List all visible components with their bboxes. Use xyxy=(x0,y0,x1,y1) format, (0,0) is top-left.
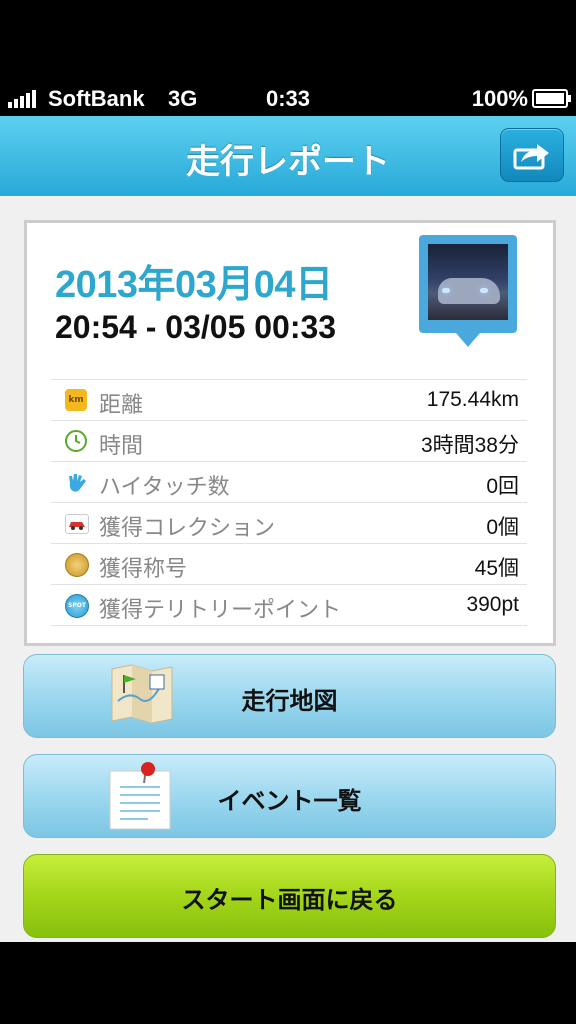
clock-icon xyxy=(65,430,87,452)
stat-label: ハイタッチ数 xyxy=(99,475,230,500)
event-list-button[interactable]: イベント一覧 xyxy=(23,754,556,838)
back-to-start-button[interactable]: スタート画面に戻る xyxy=(23,854,556,938)
stat-row-collection: 獲得コレクション 0個 xyxy=(51,502,527,543)
stat-label: 距離 xyxy=(99,393,144,418)
stat-label: 時間 xyxy=(99,434,144,459)
stat-value: 0回 xyxy=(486,475,519,498)
page-title: 走行レポート xyxy=(186,142,390,182)
title-medal-icon xyxy=(65,553,89,577)
high-touch-icon xyxy=(65,471,87,493)
battery-icon xyxy=(532,89,571,108)
photo-pin[interactable] xyxy=(419,235,517,347)
report-time-range: 20:54 - 03/05 00:33 xyxy=(55,309,337,345)
nav-bar: 走行レポート xyxy=(0,116,576,197)
car-photo xyxy=(428,244,508,320)
driving-map-label: 走行地図 xyxy=(241,687,338,715)
stat-row-titles: 獲得称号 45個 xyxy=(51,543,527,584)
stat-row-territory: SPOT 獲得テリトリーポイント 390pt xyxy=(51,584,527,626)
share-icon xyxy=(513,144,549,170)
event-list-label: イベント一覧 xyxy=(217,787,362,815)
battery-percent: 100% xyxy=(471,86,528,111)
stat-row-high-touch: ハイタッチ数 0回 xyxy=(51,461,527,502)
stat-value: 390pt xyxy=(466,593,519,616)
stat-row-time: 時間 3時間38分 xyxy=(51,420,527,461)
report-date: 2013年03月04日 xyxy=(55,264,333,306)
share-button[interactable] xyxy=(500,128,564,182)
driving-map-button[interactable]: 走行地図 xyxy=(23,654,556,738)
back-to-start-label: スタート画面に戻る xyxy=(181,886,398,914)
stat-label: 獲得テリトリーポイント xyxy=(99,598,342,623)
stat-value: 175.44km xyxy=(426,388,519,411)
content-area: 2013年03月04日 20:54 - 03/05 00:33 km 距離 17… xyxy=(0,196,576,942)
status-bar: SoftBank 3G 0:33 100% xyxy=(0,0,576,116)
stat-value: 0個 xyxy=(486,516,519,539)
report-card: 2013年03月04日 20:54 - 03/05 00:33 km 距離 17… xyxy=(24,220,556,646)
stat-value: 45個 xyxy=(474,557,519,580)
stat-label: 獲得称号 xyxy=(99,557,188,582)
stat-label: 獲得コレクション xyxy=(99,516,276,541)
stat-value: 3時間38分 xyxy=(420,434,519,457)
photo-frame xyxy=(419,235,517,333)
car-collection-icon xyxy=(65,514,89,534)
km-icon: km xyxy=(65,389,87,411)
pin-tail-icon xyxy=(456,333,480,347)
stat-row-distance: km 距離 175.44km xyxy=(51,379,527,420)
stats-list: km 距離 175.44km 時間 3時間38分 ハイタッチ数 0回 獲得コレク… xyxy=(51,379,527,626)
spot-icon: SPOT xyxy=(65,594,89,618)
